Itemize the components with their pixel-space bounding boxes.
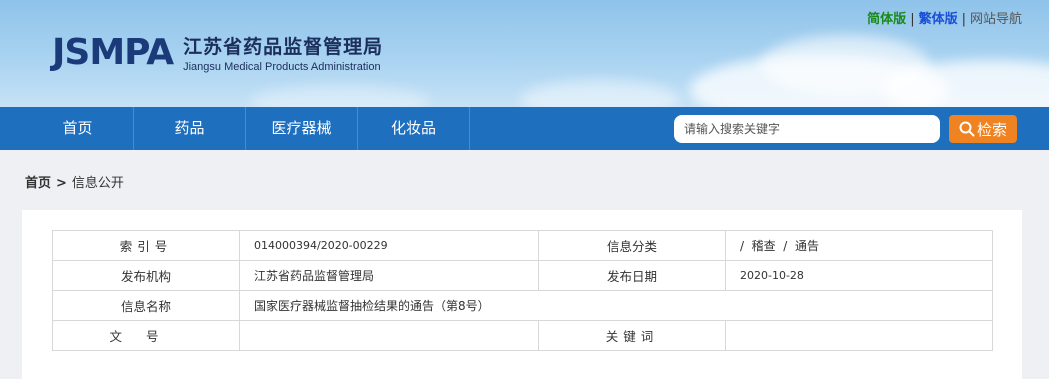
table-row: 索引号 014000394/2020-00229 信息分类 / 稽查 / 通告 bbox=[52, 230, 993, 261]
cloud-decoration bbox=[520, 80, 680, 107]
cloud-decoration bbox=[250, 85, 430, 107]
info-table: 索引号 014000394/2020-00229 信息分类 / 稽查 / 通告 … bbox=[52, 230, 993, 351]
site-logo[interactable]: JSMPA 江苏省药品监督管理局 Jiangsu Medical Product… bbox=[52, 32, 383, 73]
publish-date-label: 发布日期 bbox=[538, 260, 726, 291]
logo-text: 江苏省药品监督管理局 Jiangsu Medical Products Admi… bbox=[183, 32, 383, 73]
site-map-link[interactable]: 网站导航 bbox=[970, 12, 1022, 27]
search-button[interactable]: 检索 bbox=[949, 115, 1017, 143]
breadcrumb-home[interactable]: 首页 bbox=[25, 176, 51, 191]
logo-mark: JSMPA bbox=[52, 32, 174, 73]
logo-title-cn: 江苏省药品监督管理局 bbox=[183, 36, 384, 58]
breadcrumb-current[interactable]: 信息公开 bbox=[72, 176, 124, 191]
info-name-value: 国家医疗器械监督抽检结果的通告（第8号） bbox=[239, 290, 993, 321]
nav-item-home[interactable]: 首页 bbox=[22, 107, 134, 150]
search-button-label: 检索 bbox=[976, 120, 1007, 139]
nav-item-drugs[interactable]: 药品 bbox=[134, 107, 246, 150]
table-row: 信息名称 国家医疗器械监督抽检结果的通告（第8号） bbox=[52, 290, 993, 321]
table-row: 文号 关键词 bbox=[52, 320, 993, 351]
index-number-label: 索引号 bbox=[52, 230, 240, 261]
index-number-value: 014000394/2020-00229 bbox=[239, 230, 539, 261]
keywords-value bbox=[725, 320, 993, 351]
logo-title-en: Jiangsu Medical Products Administration bbox=[183, 61, 381, 73]
breadcrumb: 首页 > 信息公开 bbox=[25, 172, 124, 191]
category-label: 信息分类 bbox=[538, 230, 726, 261]
document-number-value bbox=[239, 320, 539, 351]
category-value: / 稽查 / 通告 bbox=[725, 230, 993, 261]
top-links: 简体版 | 繁体版 | 网站导航 bbox=[867, 8, 1022, 27]
nav-item-medical-devices[interactable]: 医疗器械 bbox=[246, 107, 358, 150]
link-separator: | bbox=[961, 12, 966, 27]
link-separator: | bbox=[910, 12, 915, 27]
keywords-label: 关键词 bbox=[538, 320, 726, 351]
search-icon bbox=[959, 121, 975, 137]
search-input[interactable] bbox=[674, 115, 940, 143]
info-name-label: 信息名称 bbox=[52, 290, 240, 321]
header-banner: JSMPA 江苏省药品监督管理局 Jiangsu Medical Product… bbox=[0, 0, 1049, 107]
table-row: 发布机构 江苏省药品监督管理局 发布日期 2020-10-28 bbox=[52, 260, 993, 291]
traditional-chinese-link[interactable]: 繁体版 bbox=[919, 12, 958, 27]
publisher-value: 江苏省药品监督管理局 bbox=[239, 260, 539, 291]
publisher-label: 发布机构 bbox=[52, 260, 240, 291]
breadcrumb-arrow: > bbox=[56, 176, 67, 191]
document-number-label: 文号 bbox=[52, 320, 240, 351]
publish-date-value: 2020-10-28 bbox=[725, 260, 993, 291]
nav-item-cosmetics[interactable]: 化妆品 bbox=[358, 107, 470, 150]
simplified-chinese-link[interactable]: 简体版 bbox=[867, 12, 906, 27]
